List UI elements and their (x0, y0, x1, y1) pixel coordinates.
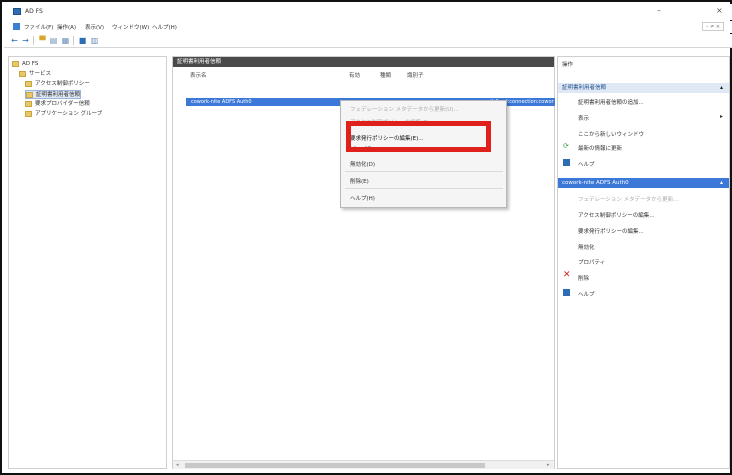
tree-item-relying-party-trusts[interactable]: 証明書利用者信頼 (25, 90, 82, 99)
context-menu: フェデレーション メタデータから更新(U)... アクセス制御ポリシーの編集(P… (340, 100, 507, 208)
action-new-window[interactable]: ここから新しいウィンドウ (578, 130, 644, 138)
mmc-window: AD FS – × ファイル(F) 操作(A) 表示(V) ウィンドウ(W) ヘ… (0, 0, 732, 475)
title-bar: AD FS – × (4, 4, 732, 20)
help-icon (563, 289, 570, 296)
tree-item-label: アクセス制御ポリシー (35, 81, 90, 87)
collapse-icon[interactable]: ▴ (720, 178, 723, 188)
folder-icon (25, 110, 32, 117)
tree-item-label: 要求プロバイダー信頼 (35, 101, 90, 107)
action-refresh[interactable]: 最新の情報に更新 (578, 144, 622, 152)
menu-separator (345, 171, 503, 172)
scroll-left-icon[interactable]: ◂ (176, 462, 179, 468)
menu-file[interactable]: ファイル(F) (24, 23, 53, 31)
folder-icon (26, 91, 33, 98)
ctx-update-metadata[interactable]: フェデレーション メタデータから更新(U)... (350, 105, 459, 113)
folder-icon (25, 80, 32, 87)
actions-section-relying-party-trusts[interactable]: 証明書利用者信頼 ▴ (558, 83, 729, 93)
up-folder-icon[interactable]: ▀ (38, 36, 47, 45)
results-header: 証明書利用者信頼 (173, 57, 554, 67)
tree-item-label: 証明書利用者信頼 (36, 92, 81, 98)
tree-item-label: サービス (29, 71, 52, 77)
menu-view[interactable]: 表示(V) (85, 23, 104, 31)
column-display-name[interactable]: 表示名 (190, 71, 207, 79)
actions-title: 操作 (562, 62, 574, 68)
action-add-trust[interactable]: 証明書利用者信頼の追加... (578, 98, 644, 106)
console-tree: AD FS サービス アクセス制御ポリシー 証明書利用者信頼 要求プロバイダー信… (8, 56, 167, 469)
tree-item-application-groups[interactable]: アプリケーション グループ (25, 110, 102, 119)
tree-item-access-control[interactable]: アクセス制御ポリシー (25, 80, 90, 89)
toolbar-divider (33, 36, 34, 45)
toolbar: ← → ▀ ▤ ▦ ■ ▥ (4, 34, 732, 48)
mmc-console-icon (13, 23, 20, 30)
column-identifier[interactable]: 識別子 (407, 71, 424, 79)
back-arrow-icon[interactable]: ← (10, 36, 19, 45)
close-button[interactable]: × (716, 7, 723, 15)
tree-item-adfs[interactable]: AD FS (12, 60, 38, 69)
action-pane-icon[interactable]: ▥ (90, 36, 99, 45)
menu-action[interactable]: 操作(A) (57, 23, 76, 31)
section-title: cowork-nite ADFS Auth0 (562, 180, 629, 186)
section-title: 証明書利用者信頼 (562, 85, 607, 91)
folder-icon (19, 70, 26, 77)
toolbar-divider (73, 36, 74, 45)
action-edit-claim-policy[interactable]: 要求発行ポリシーの編集... (578, 227, 644, 235)
ctx-delete[interactable]: 削除(E) (350, 177, 369, 185)
tree-item-service[interactable]: サービス (19, 70, 51, 79)
tree-item-label: AD FS (22, 61, 39, 67)
action-edit-access-policy[interactable]: アクセス制御ポリシーの編集... (578, 211, 654, 219)
window-title: AD FS (25, 8, 43, 15)
action-update-metadata[interactable]: フェデレーション メタデータから更新... (578, 195, 678, 203)
folder-icon (25, 100, 32, 107)
menu-window[interactable]: ウィンドウ(W) (112, 23, 149, 31)
action-disable[interactable]: 無効化 (578, 243, 595, 251)
collapse-icon[interactable]: ▴ (720, 83, 723, 93)
column-type[interactable]: 種類 (380, 71, 391, 79)
tree-item-label: アプリケーション グループ (35, 111, 103, 117)
help-book-icon[interactable]: ■ (78, 36, 87, 45)
adfs-app-icon (13, 8, 21, 15)
menu-separator (345, 188, 503, 189)
menu-bar: ファイル(F) 操作(A) 表示(V) ウィンドウ(W) ヘルプ(H) – ≠ … (4, 21, 732, 33)
refresh-icon: ⟳ (563, 142, 569, 150)
forward-arrow-icon[interactable]: → (21, 36, 30, 45)
scrollbar-thumb[interactable] (185, 463, 485, 468)
minimize-button[interactable]: – (657, 7, 661, 15)
delete-icon: ✕ (563, 270, 571, 280)
action-help[interactable]: ヘルプ (578, 160, 595, 168)
action-view[interactable]: 表示 (578, 114, 589, 122)
column-enabled[interactable]: 有効 (349, 71, 360, 79)
ctx-help[interactable]: ヘルプ(H) (350, 194, 375, 202)
list-view-icon[interactable]: ▦ (61, 36, 70, 45)
ctx-disable[interactable]: 無効化(D) (350, 160, 375, 168)
action-help-2[interactable]: ヘルプ (578, 290, 595, 298)
row-display-name: cowork-nite ADFS Auth0 (191, 99, 252, 105)
folder-icon (12, 60, 19, 67)
actions-section-selected-trust[interactable]: cowork-nite ADFS Auth0 ▴ (558, 178, 729, 188)
tree-item-claims-provider-trusts[interactable]: 要求プロバイダー信頼 (25, 100, 90, 109)
submenu-arrow-icon: ▸ (719, 113, 723, 120)
actions-pane: 操作 証明書利用者信頼 ▴ 証明書利用者信頼の追加... 表示 ▸ ここから新し… (557, 56, 730, 469)
action-delete[interactable]: 削除 (578, 274, 589, 282)
show-hide-tree-icon[interactable]: ▤ (49, 36, 58, 45)
help-icon (563, 159, 570, 166)
menu-help[interactable]: ヘルプ(H) (152, 23, 177, 31)
action-properties[interactable]: プロパティ (578, 258, 605, 266)
scroll-right-icon[interactable]: ▸ (547, 462, 550, 468)
horizontal-scrollbar[interactable]: ◂ ▸ (173, 460, 554, 469)
mdi-window-controls[interactable]: – ≠ × (702, 22, 724, 31)
annotation-highlight-box (346, 121, 491, 152)
